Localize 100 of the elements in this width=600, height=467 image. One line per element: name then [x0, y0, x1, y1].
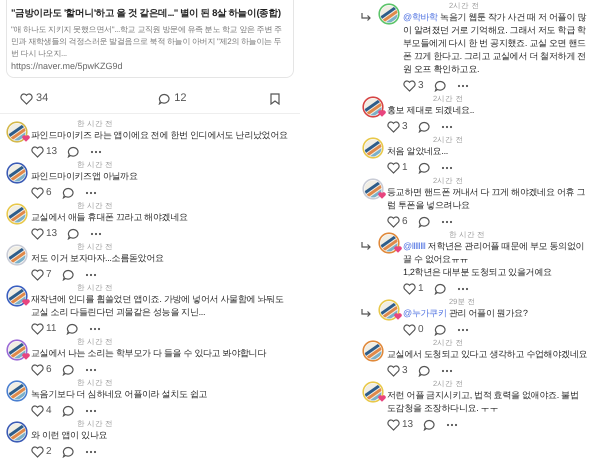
more-icon[interactable] [84, 190, 97, 194]
avatar-icon [362, 96, 384, 118]
article-excerpt: "애 하나도 지키지 못했으면서"...학교 교직원 방문에 유족 분노 학교 앞은 주변 주민과 재학생들의 걱정스러운 발걸음으로 북적 하늘이 아버지 "제2의 하늘이는 두 번 다시 나오지... [11, 24, 283, 60]
comment-text: 저런 어플 금지시키고, 법적 효력을 없애야죠. 불법 도감청을 조장하다니요. ㅜㅜ [387, 389, 580, 415]
comment-text: 등교하면 핸드폰 꺼내서 다 끄게 해야겠네요 어휴 그럼 투폰을 넣으려나요 [387, 186, 586, 212]
more-icon[interactable] [456, 328, 469, 332]
mention-link[interactable]: @누가쿠키 [403, 308, 447, 318]
like-count: 13 [46, 227, 58, 241]
heart-icon[interactable] [387, 418, 400, 430]
like-count: 3 [402, 364, 408, 378]
comment-text: 저도 이거 보자마자...소름돋았어요 [31, 252, 165, 265]
avatar-icon [6, 162, 28, 184]
avatar-icon [6, 203, 28, 225]
comment-icon[interactable] [418, 120, 431, 132]
comment-text: 홍보 제대로 되겠네요.. [387, 104, 476, 117]
heart-icon[interactable] [31, 446, 44, 458]
heart-icon[interactable] [31, 268, 44, 280]
more-icon[interactable] [90, 232, 102, 236]
like-count: 13 [46, 145, 58, 159]
bookmark-icon[interactable] [270, 92, 280, 104]
more-icon[interactable] [440, 220, 453, 224]
mention-link[interactable]: @학바학 [403, 12, 438, 22]
comment-icon[interactable] [62, 364, 75, 376]
like-count: 4 [46, 404, 52, 418]
like-count: 1 [418, 282, 424, 296]
comment-text: 재작년에 인디를 휩쓸었던 앱이죠. 가방에 넣어서 사물함에 놔둬도 교실 소리 다들린다던 괴물같은 성능을 지닌... [31, 293, 285, 319]
more-icon[interactable] [90, 150, 102, 154]
heart-icon[interactable] [387, 216, 400, 228]
more-icon[interactable] [84, 368, 97, 372]
comment-icon[interactable] [66, 322, 80, 334]
comment-icon[interactable] [158, 92, 172, 104]
comment-text: 교실에서 나는 소리는 학부모가 다 들을 수 있다고 봐야합니다 [31, 347, 268, 360]
article-url[interactable]: https://naver.me/5pwKZG9d [11, 60, 123, 73]
like-count: 3 [418, 79, 424, 93]
heart-icon[interactable] [31, 186, 44, 198]
heart-icon[interactable] [403, 282, 416, 294]
more-icon[interactable] [89, 326, 102, 330]
comment-icon[interactable] [62, 446, 75, 458]
comment-text: @학바학 녹음기 웹툰 작가 사건 때 저 어플이 많이 알려졌던 거로 기억해요. 그래서 저도 학급 학부모들에게 다시 한 번 공지했죠. 교실 오면 핸드폰 끄게 한다고. 그리고 교실에서 더 철저하게 전원 오프 확인하고요. [403, 11, 588, 76]
like-count: 6 [46, 186, 52, 200]
comment-icon[interactable] [418, 364, 431, 376]
heart-icon[interactable] [31, 146, 44, 158]
comment-icon[interactable] [434, 282, 447, 294]
article-title: "금방이라도 '할머니'하고 올 것 같은데..." 별이 된 8살 하늘이(종합) [11, 7, 281, 21]
heart-icon[interactable] [20, 92, 33, 104]
avatar-icon [378, 232, 400, 254]
heart-icon[interactable] [387, 364, 400, 376]
like-count: 11 [46, 322, 56, 336]
comment-text: 와 이런 앱이 있나요 [31, 429, 108, 442]
more-icon[interactable] [456, 286, 469, 290]
more-icon[interactable] [456, 84, 469, 88]
mention-link[interactable]: @llllllll [403, 241, 426, 251]
heart-icon[interactable] [31, 228, 44, 240]
comment-icon[interactable] [62, 268, 75, 280]
more-icon[interactable] [440, 166, 453, 170]
comment-text: 교실에서 애들 휴대폰 끄라고 해야겠네요 [31, 211, 189, 224]
like-count: 6 [46, 363, 52, 377]
like-count: 13 [402, 418, 414, 432]
more-icon[interactable] [84, 450, 97, 454]
comment-icon[interactable] [62, 404, 75, 416]
avatar-icon [6, 339, 28, 361]
heart-icon[interactable] [31, 322, 44, 334]
heart-icon[interactable] [387, 120, 400, 132]
more-icon[interactable] [440, 368, 453, 372]
comment-icon[interactable] [62, 186, 75, 198]
avatar-icon [362, 381, 384, 403]
heart-icon[interactable] [403, 80, 416, 92]
comment-icon[interactable] [67, 228, 80, 240]
more-icon[interactable] [84, 408, 97, 412]
link-preview-card[interactable]: "금방이라도 '할머니'하고 올 것 같은데..." 별이 된 8살 하늘이(종합) "애 하나도 지키지 못했으면서"...학교 교직원 방문에 유족 분노 학교 앞은 주변 주민과 재학생들의 걱정스러운 발걸음으로 북적 하늘이 아버지 "제2의 하늘이는 두 번 다시 나오지... https://naver.me/5pwKZG9d [6, 0, 294, 78]
comment-text: 파인드마이키즈 라는 앱이에요 전에 한번 인디에서도 난리났었어요 [31, 129, 288, 142]
comment-text: 교실에서 도청되고 있다고 생각하고 수업해야겠네요 [387, 348, 588, 361]
comment-icon[interactable] [418, 216, 431, 228]
avatar-icon [6, 244, 28, 266]
avatar-icon [362, 178, 384, 200]
more-icon[interactable] [440, 124, 453, 128]
comment-text: 녹음기보다 더 심하네요 어플이라 설치도 쉽고 [31, 388, 208, 401]
more-icon[interactable] [446, 422, 458, 426]
avatar-icon [362, 137, 384, 159]
comment-text: @llllllll 저학년은 관리어플 때문에 부모 동의없이 끌 수 없어요ㅠㅠ 1,2학년은 대부분 도청되고 있을거예요 [403, 240, 586, 279]
avatar-icon [6, 121, 28, 143]
heart-icon[interactable] [31, 364, 44, 376]
comment-icon[interactable] [434, 324, 447, 336]
avatar-icon [6, 380, 28, 402]
heart-icon[interactable] [31, 404, 44, 416]
comment-icon[interactable] [418, 162, 431, 174]
comment-icon[interactable] [434, 80, 447, 92]
avatar-icon [378, 299, 400, 321]
comment-icon[interactable] [67, 146, 80, 158]
more-icon[interactable] [84, 272, 97, 276]
like-count: 0 [418, 323, 424, 337]
comment-text: 처음 알았네요... [387, 145, 450, 158]
heart-icon[interactable] [387, 162, 400, 174]
avatar-icon [378, 3, 400, 25]
like-count: 34 [36, 91, 48, 106]
heart-icon[interactable] [403, 324, 416, 336]
avatar-icon [6, 421, 28, 443]
like-count: 1 [402, 161, 408, 175]
comment-icon[interactable] [423, 418, 436, 430]
comment-count: 12 [174, 91, 186, 106]
